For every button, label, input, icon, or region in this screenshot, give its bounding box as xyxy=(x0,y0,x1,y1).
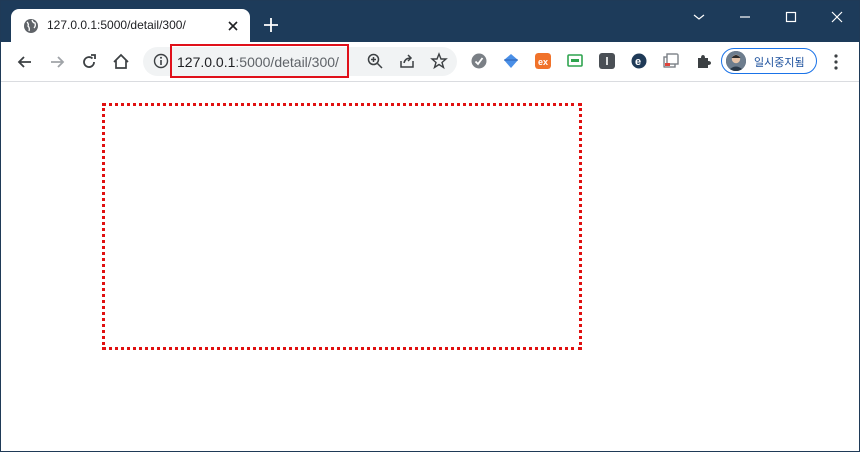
minimize-icon[interactable] xyxy=(735,7,755,27)
info-icon[interactable] xyxy=(153,53,169,69)
puzzle-icon[interactable] xyxy=(695,53,711,69)
screen-extension-icon[interactable] xyxy=(567,53,583,69)
url-host: 127.0.0.1 xyxy=(177,54,236,70)
reader-extension-icon[interactable] xyxy=(599,53,615,69)
url-text[interactable]: 127.0.0.1:5000/detail/300/ xyxy=(177,54,339,70)
diamond-extension-icon[interactable] xyxy=(503,53,519,69)
profile-name: 일시중지됨 xyxy=(754,57,805,69)
kebab-menu-icon[interactable] xyxy=(829,52,843,72)
tab-active[interactable]: 127.0.0.1:5000/detail/300/ xyxy=(11,9,250,42)
browser-toolbar: 127.0.0.1:5000/detail/300/ ex e 일시중지됨 xyxy=(1,42,859,82)
globe-icon xyxy=(24,19,38,33)
zoom-in-icon[interactable] xyxy=(366,52,384,70)
title-bar: 127.0.0.1:5000/detail/300/ xyxy=(1,1,859,42)
svg-text:e: e xyxy=(635,56,641,68)
reload-icon[interactable] xyxy=(79,52,99,72)
avatar-person-icon xyxy=(726,51,746,71)
url-path: :5000/detail/300/ xyxy=(235,54,339,70)
browser-window: 127.0.0.1:5000/detail/300/ 127.0.0.1:500… xyxy=(0,0,860,452)
profile-button[interactable]: 일시중지됨 xyxy=(721,48,817,74)
plus-icon[interactable] xyxy=(263,17,279,33)
ex-extension-icon[interactable]: ex xyxy=(535,53,551,69)
page-content xyxy=(1,82,859,451)
svg-text:ex: ex xyxy=(538,57,548,67)
forward-arrow-icon[interactable] xyxy=(47,52,67,72)
dotted-frame xyxy=(102,103,582,350)
close-icon[interactable] xyxy=(225,18,241,34)
close-window-icon[interactable] xyxy=(827,7,847,27)
avatar xyxy=(726,51,746,71)
check-extension-icon[interactable] xyxy=(471,53,487,69)
capture-extension-icon[interactable] xyxy=(663,53,679,69)
star-icon[interactable] xyxy=(430,52,448,70)
share-icon[interactable] xyxy=(398,52,416,70)
e-extension-icon[interactable]: e xyxy=(631,53,647,69)
back-arrow-icon[interactable] xyxy=(15,52,35,72)
maximize-icon[interactable] xyxy=(781,7,801,27)
home-icon[interactable] xyxy=(111,52,131,72)
tab-title: 127.0.0.1:5000/detail/300/ xyxy=(47,18,186,32)
chevron-down-icon[interactable] xyxy=(689,7,709,27)
